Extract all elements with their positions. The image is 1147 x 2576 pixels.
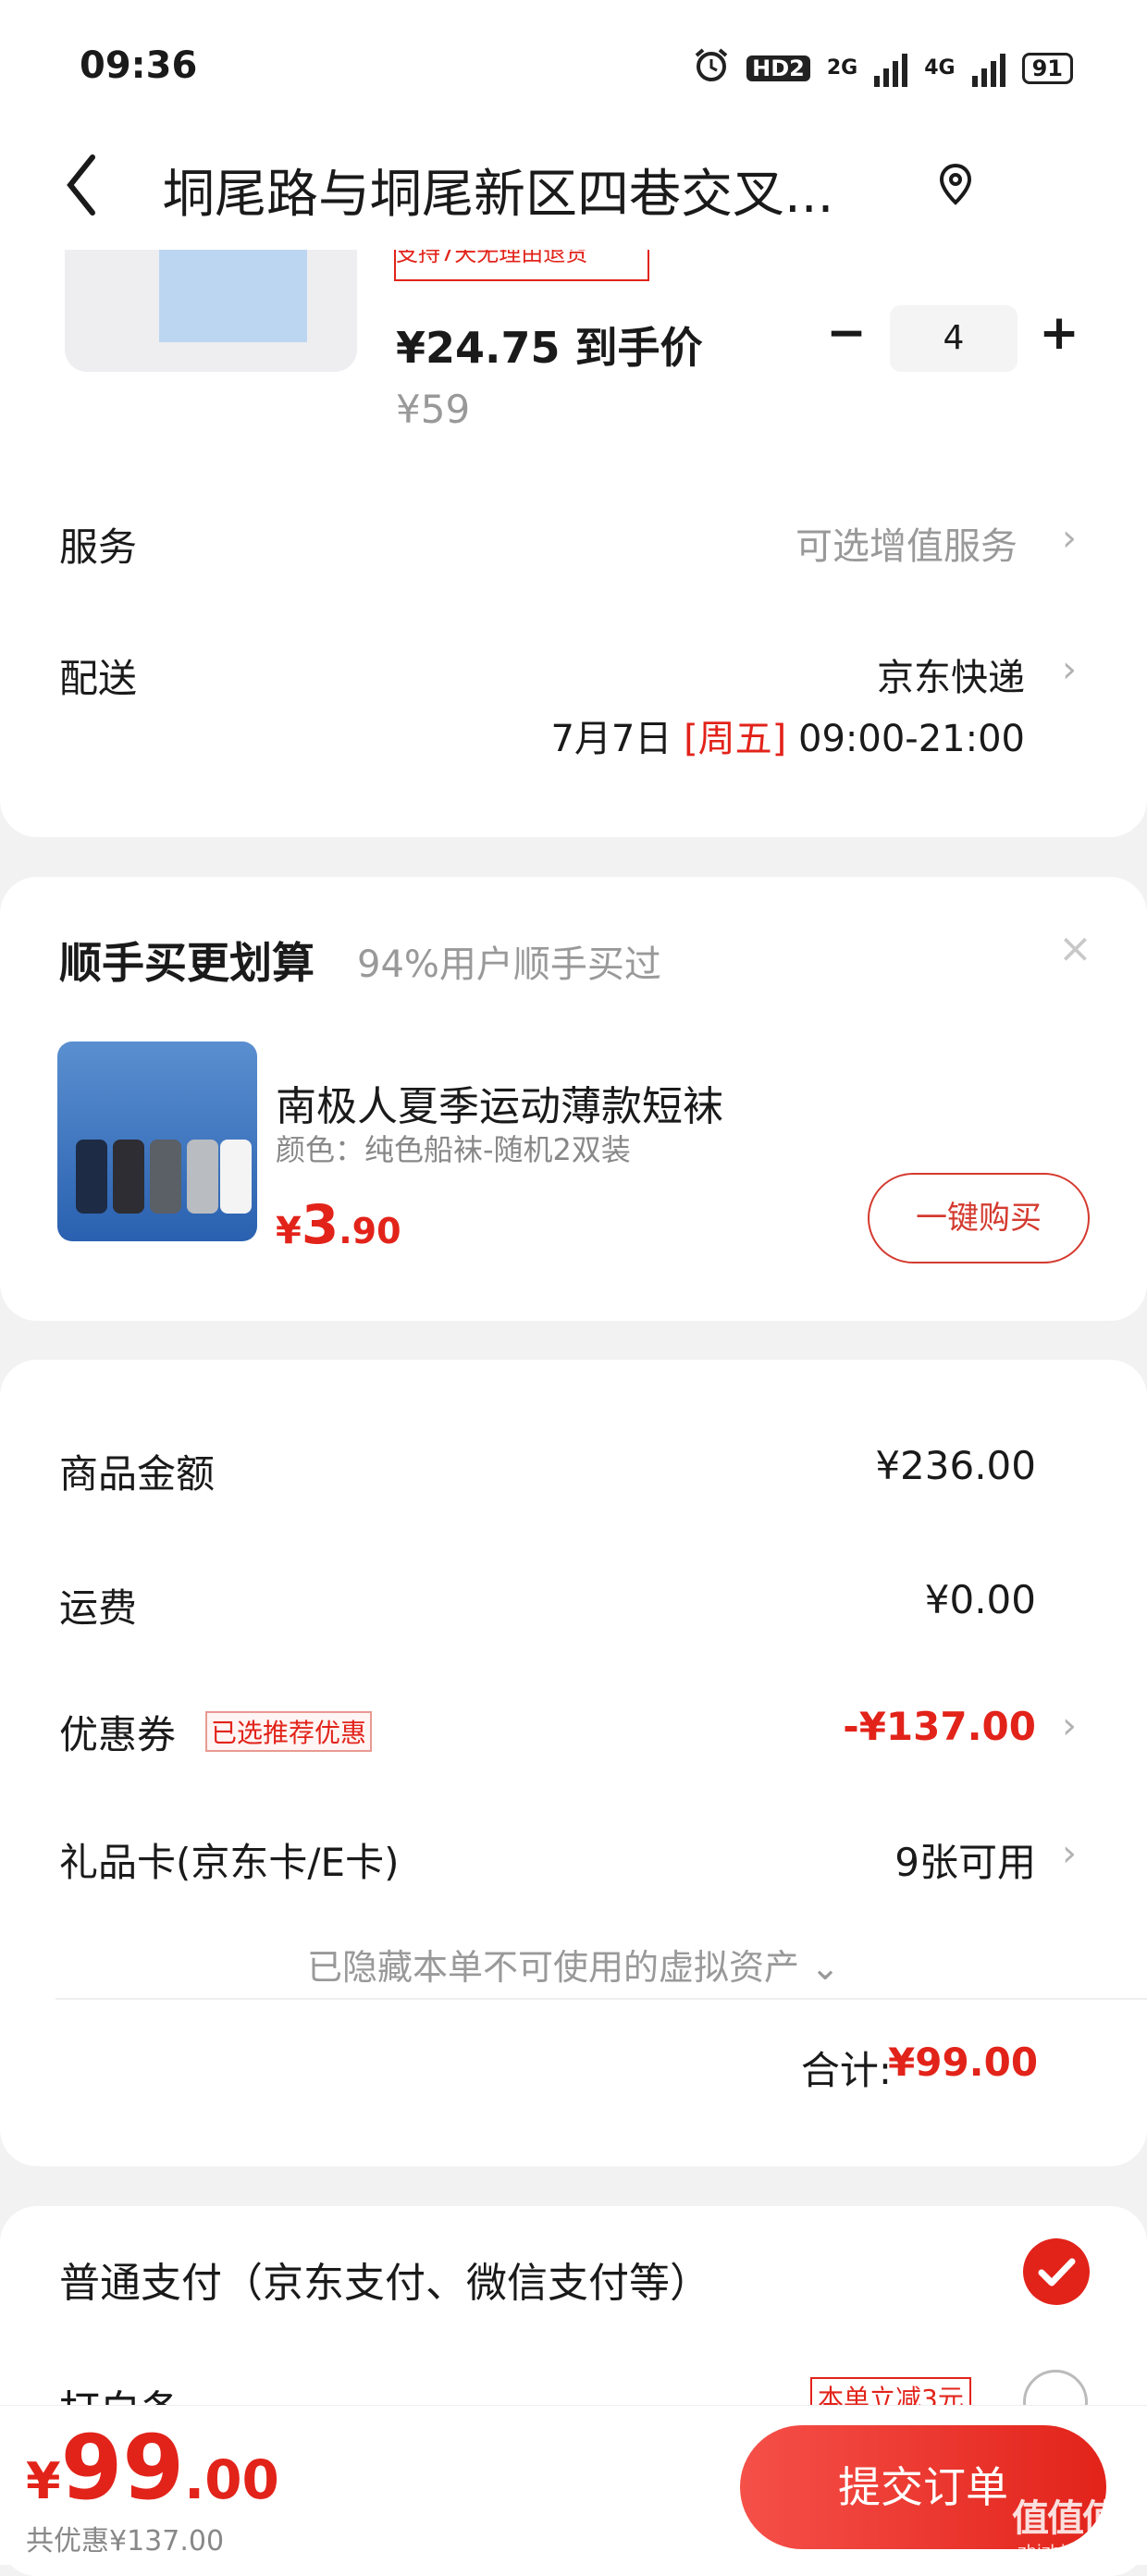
delivery-date: 7月7日 — [550, 718, 684, 760]
upsell-product-spec: 颜色：纯色船袜-随机2双装 — [276, 1132, 631, 1167]
net-2g-label: 2G — [826, 56, 858, 80]
coupon-recommended-tag: 已选推荐优惠 — [205, 1711, 373, 1752]
alarm-icon — [693, 46, 730, 90]
delivery-method[interactable]: 京东快递 — [648, 647, 1025, 701]
battery-level: 91 — [1031, 55, 1063, 81]
signal-icon — [874, 50, 908, 87]
watermark-logo: 值值值 — [1012, 2497, 1119, 2540]
status-time: 09:36 — [80, 44, 198, 87]
service-value[interactable]: 可选增值服务 — [648, 516, 1018, 570]
coupon-value[interactable]: -¥137.00 — [574, 1704, 1036, 1749]
total-value: ¥99.00 — [888, 2040, 1039, 2085]
delivery-window: 09:00-21:00 — [786, 718, 1025, 760]
upsell-price-int: 3 — [301, 1193, 339, 1256]
watermark-url: zhizhizhi.com — [1018, 2542, 1130, 2561]
location-pin-icon[interactable] — [936, 162, 975, 210]
hd-badge: HD2 — [746, 55, 810, 81]
giftcard-value[interactable]: 9张可用 — [574, 1831, 1036, 1888]
giftcard-label: 礼品卡(京东卡/E卡) — [59, 1840, 400, 1885]
address-title[interactable]: 垌尾路与垌尾新区四巷交叉... — [163, 153, 833, 228]
delivery-weekday: [周五] — [684, 718, 787, 760]
bottom-total-dec: .00 — [184, 2448, 279, 2511]
upsell-title: 顺手买更划算 — [59, 938, 314, 988]
delivery-label: 配送 — [59, 656, 138, 701]
return-policy-tag: 支持7天无理由退货 — [394, 250, 649, 281]
status-icons: HD2 2G 4G 91 — [693, 46, 1073, 90]
product-image[interactable] — [65, 250, 357, 372]
product-price: ¥24.75 到手价 — [396, 323, 703, 373]
divider — [56, 1998, 1147, 2000]
upsell-subtitle: 94%用户顺手买过 — [357, 943, 661, 986]
subtotal-value: ¥236.00 — [875, 1443, 1036, 1488]
hidden-assets-toggle[interactable]: 已隐藏本单不可使用的虚拟资产 ⌄ — [0, 1939, 1147, 1990]
back-icon[interactable] — [63, 148, 100, 222]
shipping-label: 运费 — [59, 1585, 138, 1631]
upsell-price-symbol: ¥ — [276, 1210, 302, 1252]
close-icon[interactable]: × — [1058, 925, 1092, 972]
payment-option-normal[interactable]: 普通支付（京东支付、微信支付等） — [59, 2249, 710, 2309]
product-original-price: ¥59 — [396, 387, 471, 432]
subtotal-label: 商品金额 — [59, 1451, 216, 1497]
net-4g-label: 4G — [924, 56, 956, 80]
bottom-total-symbol: ¥ — [26, 2452, 61, 2510]
chevron-right-icon[interactable]: › — [1062, 1707, 1077, 1744]
chevron-right-icon[interactable]: › — [1062, 1835, 1077, 1872]
coupon-label: 优惠券 — [59, 1712, 177, 1757]
bottom-total-int: 99 — [60, 2416, 185, 2520]
total-saved: 共优惠¥137.00 — [26, 2525, 225, 2558]
service-label: 服务 — [59, 524, 138, 570]
total-label: 合计: — [800, 2048, 892, 2093]
upsell-price-dec: .90 — [339, 1211, 401, 1251]
delivery-time[interactable]: 7月7日 [周五] 09:00-21:00 — [462, 709, 1025, 762]
quantity-input[interactable]: 4 — [890, 305, 1018, 372]
shipping-value: ¥0.00 — [924, 1577, 1036, 1622]
quantity-increase-button[interactable]: + — [1036, 305, 1082, 361]
signal-icon-2 — [971, 50, 1005, 87]
quantity-decrease-button[interactable]: − — [823, 305, 870, 361]
one-click-buy-button[interactable]: 一键购买 — [868, 1173, 1090, 1263]
upsell-product-name[interactable]: 南极人夏季运动薄款短袜 — [276, 1073, 723, 1132]
bottom-total: ¥99.00 — [26, 2416, 279, 2520]
check-icon[interactable] — [1023, 2238, 1090, 2305]
chevron-right-icon[interactable]: › — [1062, 520, 1077, 557]
upsell-price: ¥3.90 — [276, 1193, 401, 1256]
battery-icon: 91 — [1021, 52, 1073, 84]
upsell-product-image[interactable] — [57, 1041, 257, 1241]
chevron-right-icon[interactable]: › — [1062, 651, 1077, 688]
